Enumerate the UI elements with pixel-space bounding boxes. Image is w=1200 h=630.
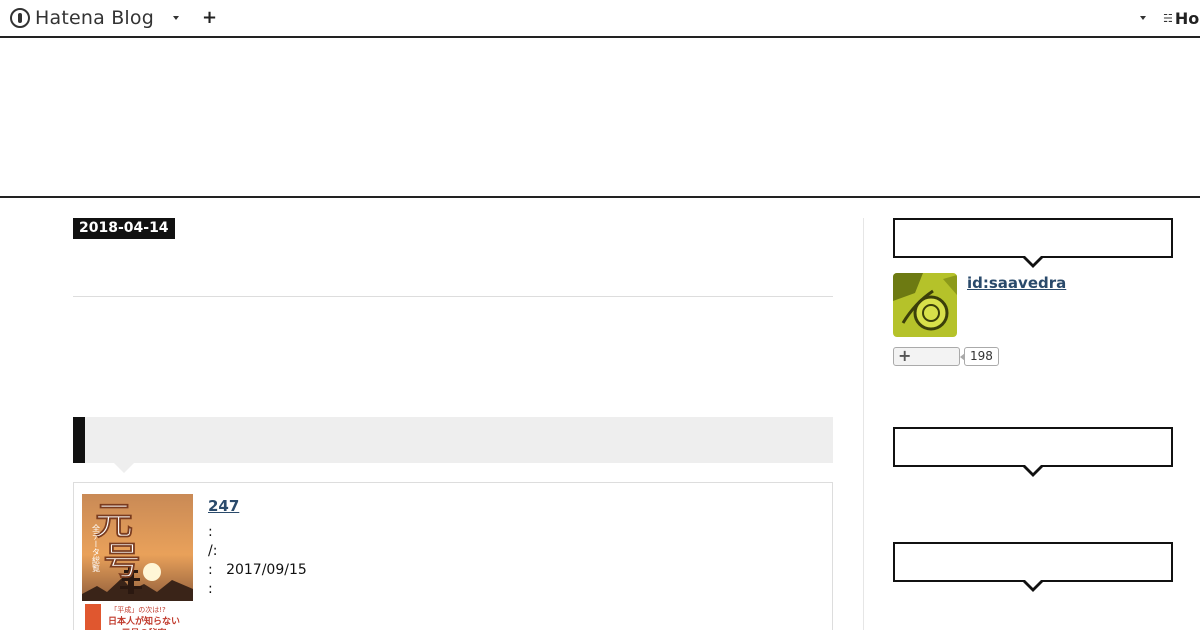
svg-text:元: 元: [95, 498, 133, 543]
subscriber-count-badge: 198: [960, 347, 999, 366]
sidebar-title-notch: [1023, 256, 1043, 268]
sidebar-title-notch: [1023, 580, 1043, 592]
brand-menu-chevron-down-icon[interactable]: [173, 16, 179, 20]
section-heading: [73, 417, 833, 463]
product-meta-line: /:: [208, 543, 218, 559]
svg-text:日本人が知らない: 日本人が知らない: [108, 615, 180, 627]
user-id-link[interactable]: id:saavedra: [967, 274, 1066, 292]
hatena-blog-logo[interactable]: Hatena Blog: [10, 7, 154, 29]
brand-name: Hatena Blog: [35, 7, 154, 29]
global-header: Hatena Blog + ☵ Ho: [0, 0, 1200, 38]
sidebar-module-title: [893, 427, 1173, 467]
product-meta-line: :: [208, 524, 213, 540]
hatena-logo-icon: [10, 8, 30, 28]
product-title-link[interactable]: 247: [208, 497, 239, 515]
hatena-home-label: Ho: [1174, 9, 1200, 28]
svg-text:号: 号: [103, 538, 141, 583]
product-meta-line: :: [208, 581, 213, 597]
add-button[interactable]: +: [202, 8, 217, 28]
entry-date[interactable]: 2018-04-14: [73, 218, 175, 239]
plus-icon: +: [898, 346, 912, 365]
entry-divider: [73, 296, 833, 297]
svg-text:「平成」の次は!?: 「平成」の次は!?: [110, 605, 166, 614]
sidebar-title-notch: [1023, 465, 1043, 477]
hatena-home-link[interactable]: ☵ Ho: [1163, 9, 1199, 28]
product-card: 「平成」の次は!? 日本人が知らない 元号の秘密 元 号 全データ総覧 247 …: [73, 482, 833, 630]
hatena-mark-icon: ☵: [1163, 12, 1173, 25]
svg-text:全データ総覧: 全データ総覧: [92, 523, 101, 573]
blog-header: [0, 38, 1200, 198]
column-divider: [863, 218, 864, 630]
product-release-date: : 2017/09/15: [208, 562, 307, 578]
account-menu-chevron-down-icon[interactable]: [1140, 16, 1146, 20]
sidebar-module-title: [893, 542, 1173, 582]
section-heading-notch: [114, 463, 134, 473]
book-cover-image[interactable]: 「平成」の次は!? 日本人が知らない 元号の秘密 元 号 全データ総覧: [82, 494, 193, 630]
avatar[interactable]: [893, 273, 957, 337]
sidebar-module-title: [893, 218, 1173, 258]
subscribe-button[interactable]: +: [893, 346, 960, 366]
